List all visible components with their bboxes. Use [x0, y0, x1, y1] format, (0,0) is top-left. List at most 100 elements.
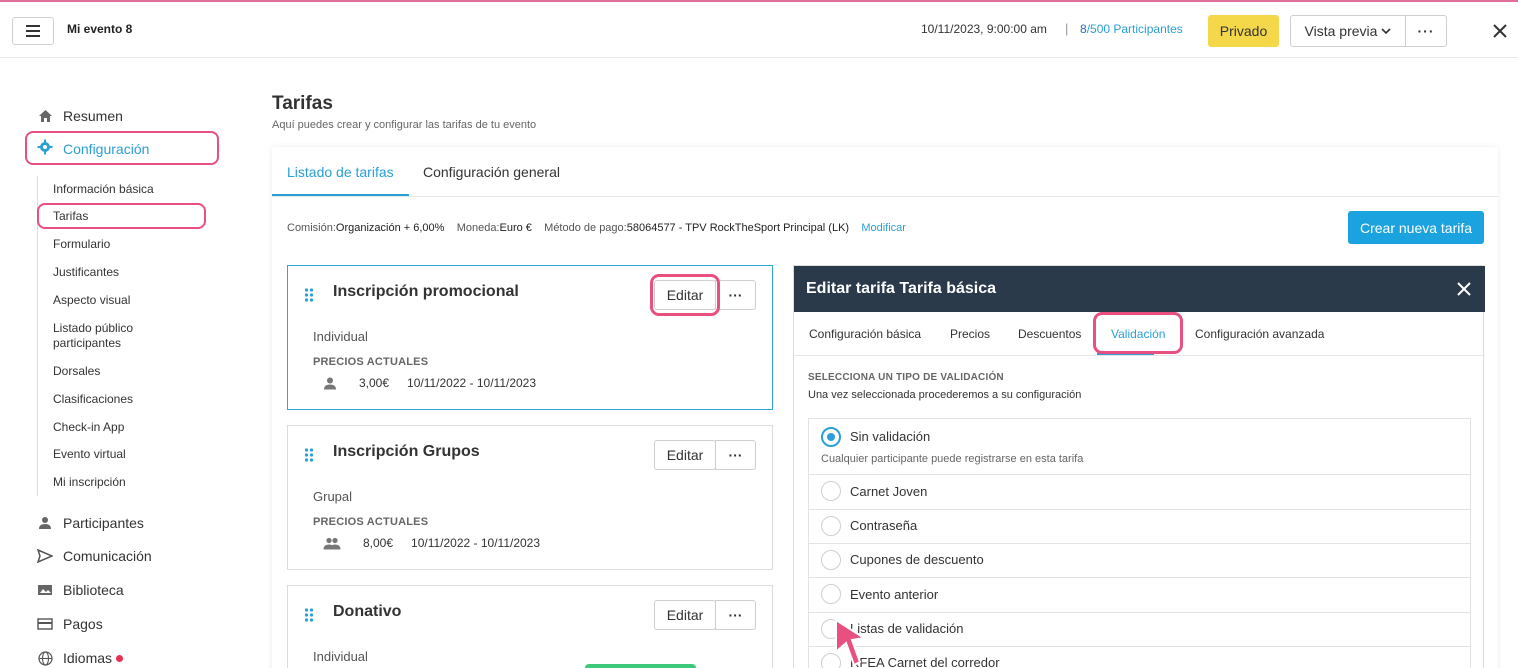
sidebar-item-configuracion[interactable]: Configuración [37, 139, 149, 158]
tab-configuracion-general[interactable]: Configuración general [423, 164, 560, 180]
sidebar-item-comunicacion[interactable]: Comunicación [37, 548, 152, 564]
header-more-button[interactable]: ··· [1405, 15, 1447, 47]
drag-handle-icon[interactable] [304, 288, 314, 302]
sidebar-item-idiomas[interactable]: Idiomas [37, 650, 124, 666]
drag-handle-icon[interactable] [304, 448, 314, 462]
fare-title: Inscripción promocional [333, 283, 519, 300]
credit-card-icon [37, 616, 53, 632]
validation-option[interactable]: Evento anterior [808, 578, 1471, 613]
fare-card[interactable]: Inscripción Grupos Editar ··· Grupal PRE… [287, 425, 773, 570]
edit-fare-panel: Editar tarifa Tarifa básica Configuració… [793, 265, 1485, 668]
page-title: Tarifas [272, 93, 333, 114]
submenu-formulario[interactable]: Formulario [53, 237, 110, 252]
fare-type: Individual [313, 649, 368, 664]
preview-button[interactable]: Vista previa [1290, 15, 1406, 47]
modify-link[interactable]: Modificar [861, 222, 906, 234]
submenu-listado-publico[interactable]: Listado público participantes [53, 321, 163, 351]
submenu-aspecto-visual[interactable]: Aspecto visual [53, 293, 130, 308]
validation-option[interactable]: Contraseña [808, 510, 1471, 544]
sidebar-item-label: Biblioteca [63, 582, 124, 598]
commission-value: Organización + 6,00% [335, 222, 445, 234]
radio-button[interactable] [821, 516, 841, 536]
validation-option[interactable]: Carnet Joven [808, 475, 1471, 510]
active-tab-indicator [272, 194, 409, 196]
notification-dot [116, 654, 124, 662]
validation-option[interactable]: Listas de validación [808, 613, 1471, 647]
participants-count-link[interactable]: 8/500 Participantes [1080, 22, 1183, 36]
option-label: Contraseña [850, 518, 918, 533]
option-label: Cupones de descuento [850, 552, 984, 567]
participants-current: 8 [1080, 22, 1087, 36]
top-header: Mi evento 8 10/11/2023, 9:00:00 am | 8/5… [0, 2, 1518, 58]
fare-card[interactable]: Inscripción promocional Editar ··· Indiv… [287, 265, 773, 410]
price-dates: 10/11/2022 - 10/11/2023 [407, 376, 537, 390]
tab-precios[interactable]: Precios [950, 327, 990, 341]
images-icon [37, 582, 53, 598]
close-icon[interactable] [1491, 22, 1509, 40]
tab-configuracion-basica[interactable]: Configuración básica [809, 327, 921, 341]
sidebar-item-biblioteca[interactable]: Biblioteca [37, 582, 124, 598]
drag-handle-icon[interactable] [304, 608, 314, 622]
radio-button[interactable] [821, 550, 841, 570]
commission-label: Comisión: [287, 222, 336, 234]
more-button[interactable]: ··· [715, 280, 756, 310]
home-icon [37, 108, 53, 124]
create-fare-button[interactable]: Crear nueva tarifa [1348, 211, 1484, 244]
validation-option[interactable]: Cupones de descuento [808, 544, 1471, 578]
submenu-tarifas[interactable]: Tarifas [53, 209, 88, 224]
sidebar-item-resumen[interactable]: Resumen [37, 108, 123, 124]
fare-title: Donativo [333, 603, 402, 620]
event-date: 10/11/2023, 9:00:00 am [921, 22, 1047, 36]
person-icon [37, 515, 53, 531]
price-value: 3,00€ [359, 376, 390, 390]
option-label: Carnet Joven [850, 484, 928, 499]
hamburger-menu-button[interactable] [12, 17, 54, 45]
current-prices-label: PRECIOS ACTUALES [313, 356, 429, 368]
hamburger-icon [26, 25, 40, 37]
more-button[interactable]: ··· [715, 440, 756, 470]
more-button[interactable]: ··· [715, 600, 756, 630]
preview-label: Vista previa [1304, 23, 1378, 39]
pointer-cursor-icon [835, 618, 867, 667]
fare-type: Grupal [313, 489, 353, 504]
validation-option[interactable]: Sin validación Cualquier participante pu… [808, 418, 1471, 475]
page-subtitle: Aquí puedes crear y configurar las tarif… [272, 119, 537, 131]
tab-descuentos[interactable]: Descuentos [1018, 327, 1081, 341]
close-icon[interactable] [1456, 281, 1472, 297]
edit-panel-header: Editar tarifa Tarifa básica [794, 266, 1485, 312]
sidebar-item-participantes[interactable]: Participantes [37, 515, 144, 531]
edit-button[interactable]: Editar [654, 440, 716, 470]
validacion-highlight [1093, 312, 1183, 354]
group-icon [323, 537, 341, 549]
sidebar-item-label: Comunicación [63, 548, 152, 564]
submenu-justificantes[interactable]: Justificantes [53, 265, 119, 280]
submenu-informacion-basica[interactable]: Información básica [53, 182, 154, 197]
event-title: Mi evento 8 [67, 22, 133, 36]
submenu-dorsales[interactable]: Dorsales [53, 364, 100, 379]
edit-button[interactable]: Editar [654, 600, 716, 630]
private-button[interactable]: Privado [1208, 15, 1279, 47]
radio-button[interactable] [821, 584, 841, 604]
green-button[interactable] [585, 664, 696, 668]
current-prices-label: PRECIOS ACTUALES [313, 516, 429, 528]
send-icon [37, 548, 53, 564]
sidebar-item-label: Idiomas [63, 650, 113, 666]
fare-card[interactable]: Donativo Editar ··· Individual [287, 585, 773, 668]
sidebar-item-label: Pagos [63, 616, 103, 632]
validation-option[interactable]: RFEA Carnet del corredor [808, 647, 1471, 668]
submenu-evento-virtual[interactable]: Evento virtual [53, 447, 126, 462]
tab-listado-de-tarifas[interactable]: Listado de tarifas [287, 164, 394, 180]
participants-total: /500 Participantes [1086, 22, 1183, 36]
edit-highlight [650, 274, 720, 316]
radio-selected[interactable] [821, 427, 841, 447]
price-row: 3,00€ 10/11/2022 - 10/11/2023 [323, 376, 536, 390]
submenu-check-in-app[interactable]: Check-in App [53, 420, 124, 435]
submenu-clasificaciones[interactable]: Clasificaciones [53, 392, 133, 407]
sidebar-item-pagos[interactable]: Pagos [37, 616, 103, 632]
tab-configuracion-avanzada[interactable]: Configuración avanzada [1195, 327, 1324, 341]
submenu-mi-inscripcion[interactable]: Mi inscripción [53, 475, 126, 490]
option-label: RFEA Carnet del corredor [850, 655, 1000, 668]
option-label: Sin validación [850, 429, 931, 444]
validation-section-title: SELECCIONA UN TIPO DE VALIDACIÓN [808, 372, 1004, 383]
radio-button[interactable] [821, 481, 841, 501]
